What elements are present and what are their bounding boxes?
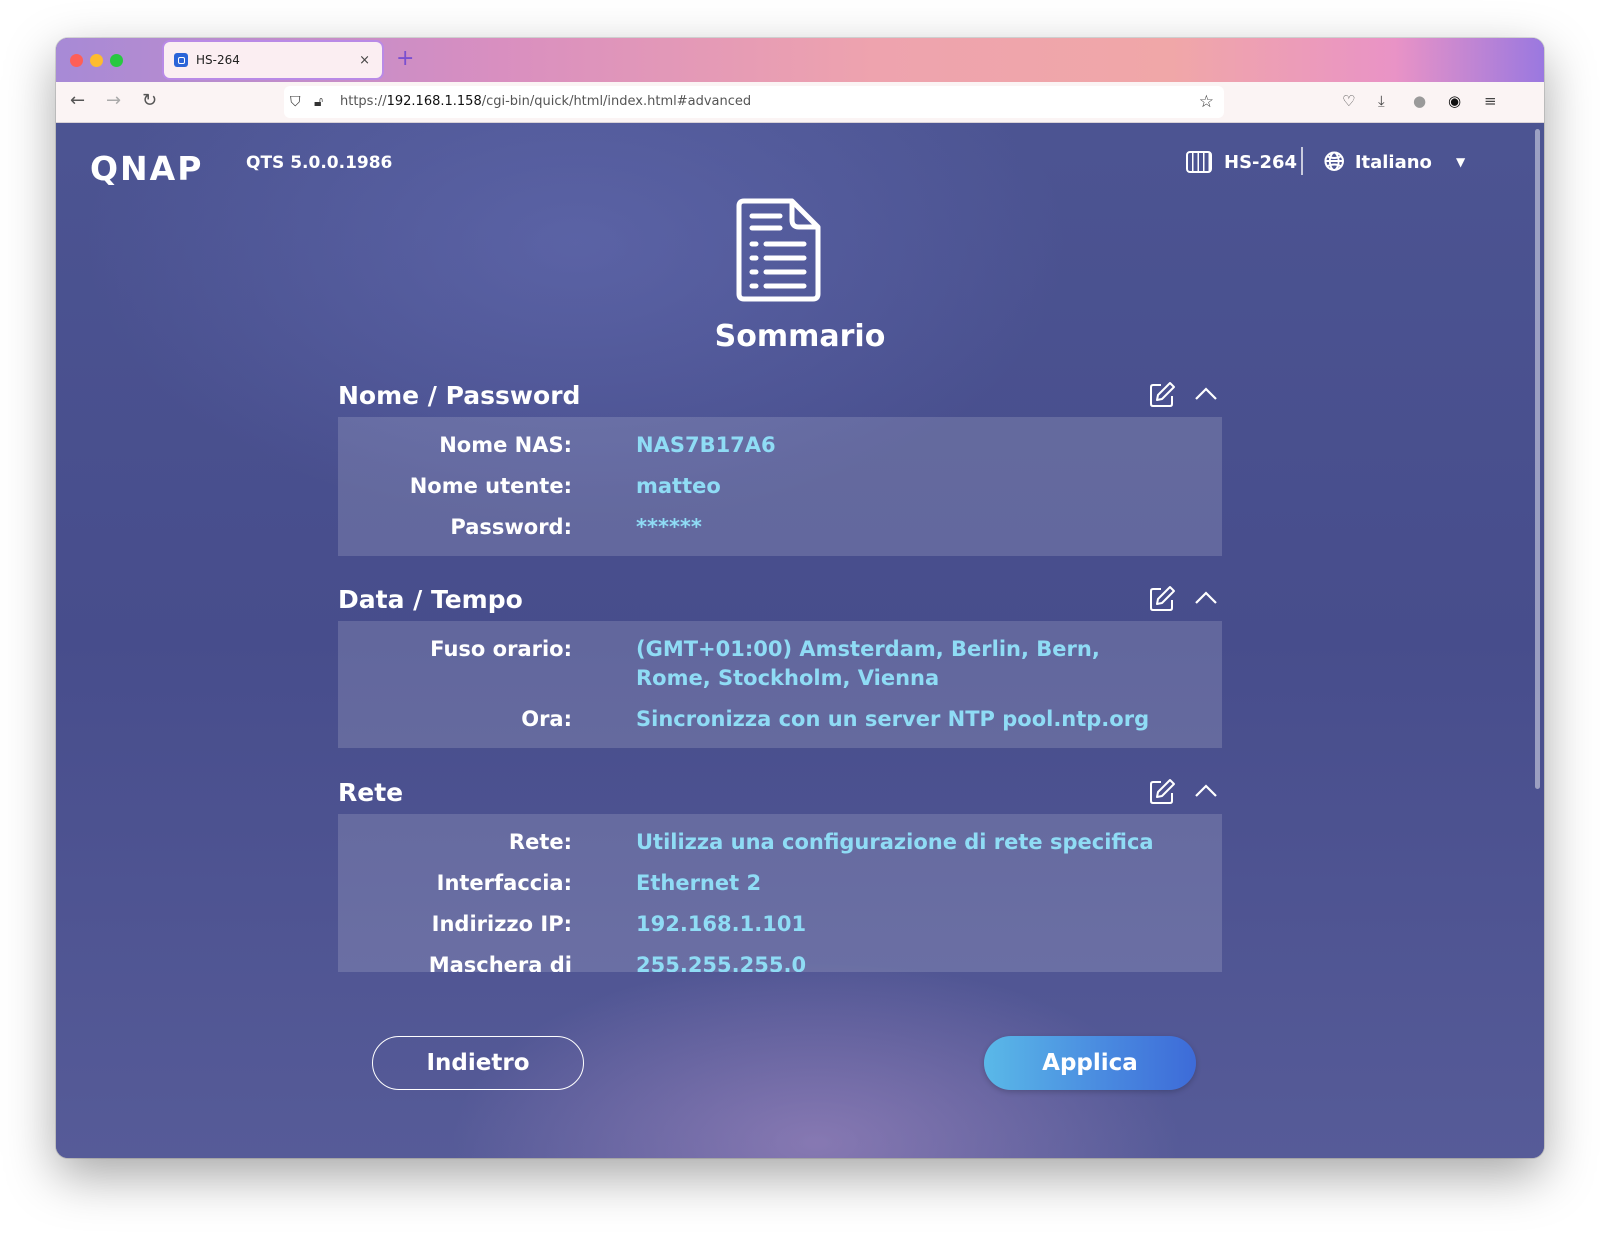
summary-row: Rete: Utilizza una configurazione di ret… (338, 822, 1222, 863)
row-value: 255.255.255.0 (636, 953, 807, 972)
back-button[interactable]: Indietro (372, 1036, 584, 1090)
row-label: Interfaccia: (436, 871, 572, 895)
qnap-setup-page: QNAP QTS 5.0.0.1986 HS-264 🌐︎ Italiano ▼ (56, 123, 1544, 1158)
apply-button[interactable]: Applica (984, 1036, 1196, 1090)
summary-row: Maschera di 255.255.255.0 (338, 945, 1222, 972)
page-title: Sommario (714, 319, 886, 354)
forward-arrow-icon[interactable]: → (106, 90, 121, 111)
summary-row: Ora: Sincronizza con un server NTP pool.… (338, 699, 1222, 740)
header-divider (1301, 147, 1303, 175)
download-icon[interactable]: ⤓ (1378, 92, 1385, 110)
row-value: 192.168.1.101 (636, 912, 807, 936)
section-name-password: Nome / Password Nome NAS: NAS7B17A6 Nome… (338, 377, 1222, 556)
row-label: Nome utente: (409, 474, 572, 498)
maximize-window-button[interactable] (110, 54, 123, 67)
close-window-button[interactable] (70, 54, 83, 67)
summary-row: Fuso orario: (GMT+01:00) Amsterdam, Berl… (338, 629, 1222, 699)
qnap-logo: QNAP (90, 149, 204, 188)
chevron-up-icon[interactable] (1194, 784, 1218, 798)
section-date-time: Data / Tempo Fuso orario: (GMT+01:00) Am… (338, 581, 1222, 748)
menu-icon[interactable]: ≡ (1484, 92, 1497, 110)
row-value: NAS7B17A6 (636, 433, 776, 457)
browser-tab-bar: HS-264 × + (56, 38, 1544, 82)
extension-icon[interactable]: ● (1413, 92, 1426, 110)
tab-close-icon[interactable]: × (359, 53, 370, 68)
nas-device-icon (1186, 151, 1212, 173)
new-tab-button[interactable]: + (396, 46, 414, 71)
section-body[interactable]: Rete: Utilizza una configurazione di ret… (338, 814, 1222, 972)
reload-icon[interactable]: ↻ (142, 90, 157, 111)
row-label: Ora: (521, 707, 572, 731)
summary-row: Password: ****** (338, 507, 1222, 548)
section-title: Nome / Password (338, 381, 581, 410)
row-value: ****** (636, 515, 702, 539)
section-header: Nome / Password (338, 377, 1222, 417)
browser-tab[interactable]: HS-264 × (164, 42, 382, 78)
device-indicator: HS-264 (1186, 151, 1297, 173)
language-label: Italiano (1354, 151, 1432, 173)
qnap-favicon-icon (174, 53, 188, 67)
section-header: Rete (338, 774, 1222, 814)
back-arrow-icon[interactable]: ← (70, 90, 85, 111)
section-title: Data / Tempo (338, 585, 523, 614)
row-value: Ethernet 2 (636, 871, 762, 895)
edit-icon[interactable] (1148, 585, 1176, 613)
qts-version: QTS 5.0.0.1986 (246, 153, 393, 173)
pocket-icon[interactable]: ♡ (1342, 92, 1355, 110)
device-name: HS-264 (1224, 151, 1298, 173)
row-label: Nome NAS: (439, 433, 572, 457)
summary-row: Nome NAS: NAS7B17A6 (338, 425, 1222, 466)
section-network: Rete Rete: Utilizza una configurazione d… (338, 774, 1222, 972)
address-bar[interactable]: ⛉ 🔓︎ https://192.168.1.158/cgi-bin/quick… (284, 86, 1224, 118)
edit-icon[interactable] (1148, 381, 1176, 409)
globe-icon: 🌐︎ (1324, 147, 1345, 177)
edit-icon[interactable] (1148, 778, 1176, 806)
section-body: Nome NAS: NAS7B17A6 Nome utente: matteo … (338, 417, 1222, 556)
shield-icon[interactable]: ⛉ (290, 94, 301, 110)
row-value: Sincronizza con un server NTP pool.ntp.o… (636, 707, 1150, 731)
chevron-up-icon[interactable] (1194, 591, 1218, 605)
row-label: Rete: (508, 830, 572, 854)
row-value: matteo (636, 474, 721, 498)
section-body: Fuso orario: (GMT+01:00) Amsterdam, Berl… (338, 621, 1222, 748)
section-header: Data / Tempo (338, 581, 1222, 621)
chevron-up-icon[interactable] (1194, 387, 1218, 401)
language-selector[interactable]: 🌐︎ Italiano ▼ (1324, 149, 1465, 175)
page-scrollbar[interactable] (1535, 129, 1540, 789)
lock-warning-icon[interactable]: 🔓︎ (314, 94, 323, 110)
row-label: Maschera di (428, 953, 572, 972)
minimize-window-button[interactable] (90, 54, 103, 67)
row-label: Indirizzo IP: (431, 912, 572, 936)
row-label: Fuso orario: (430, 637, 572, 661)
url-text[interactable]: https://192.168.1.158/cgi-bin/quick/html… (340, 94, 751, 109)
row-label: Password: (450, 515, 572, 539)
summary-row: Nome utente: matteo (338, 466, 1222, 507)
section-title: Rete (338, 778, 404, 807)
summary-row: Interfaccia: Ethernet 2 (338, 863, 1222, 904)
browser-window: HS-264 × + ← → ↻ ⛉ 🔓︎ https://192.168.1.… (56, 38, 1544, 1158)
password-manager-icon[interactable]: ◉ (1448, 92, 1461, 110)
summary-document-icon (736, 198, 821, 302)
summary-row: Indirizzo IP: 192.168.1.101 (338, 904, 1222, 945)
row-value: (GMT+01:00) Amsterdam, Berlin, Bern, Rom… (636, 637, 1100, 690)
dropdown-caret-icon: ▼ (1455, 155, 1466, 169)
browser-nav-bar: ← → ↻ ⛉ 🔓︎ https://192.168.1.158/cgi-bin… (56, 82, 1544, 123)
tab-title: HS-264 (196, 53, 240, 67)
row-value: Utilizza una configurazione di rete spec… (636, 830, 1154, 854)
bookmark-star-icon[interactable]: ☆ (1199, 92, 1214, 112)
